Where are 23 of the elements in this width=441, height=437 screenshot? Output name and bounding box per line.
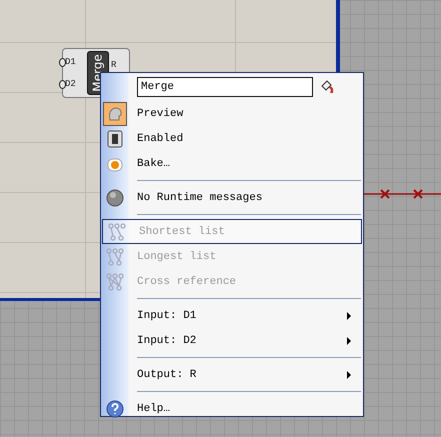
wire-match-icon xyxy=(106,272,124,290)
name-field[interactable]: Merge xyxy=(137,77,313,97)
input-label: D2 xyxy=(65,79,77,89)
input-grip-icon[interactable] xyxy=(59,58,66,67)
menu-item[interactable]: Input: D1 xyxy=(101,303,363,328)
output-label: R xyxy=(111,60,116,70)
menu-item[interactable]: No Runtime messages xyxy=(101,185,363,210)
input-label: D1 xyxy=(65,57,77,67)
help-icon xyxy=(106,400,124,418)
menu-item[interactable]: Output: R xyxy=(101,362,363,387)
wire-match-icon xyxy=(108,222,126,240)
submenu-arrow-icon xyxy=(347,370,351,378)
wire-match-icon xyxy=(106,248,124,266)
menu-item[interactable]: Help… xyxy=(101,396,363,421)
submenu-arrow-icon xyxy=(347,336,351,344)
menu-item[interactable]: Bake… xyxy=(101,151,363,176)
menu-item[interactable]: Enabled xyxy=(101,126,363,151)
menu-item[interactable]: Preview xyxy=(101,101,363,126)
ball-icon xyxy=(106,188,124,206)
submenu-arrow-icon xyxy=(347,312,351,320)
paint-bucket-icon[interactable] xyxy=(319,79,335,95)
input-grip-icon[interactable] xyxy=(59,80,66,89)
menu-item[interactable]: Input: D2 xyxy=(101,328,363,353)
